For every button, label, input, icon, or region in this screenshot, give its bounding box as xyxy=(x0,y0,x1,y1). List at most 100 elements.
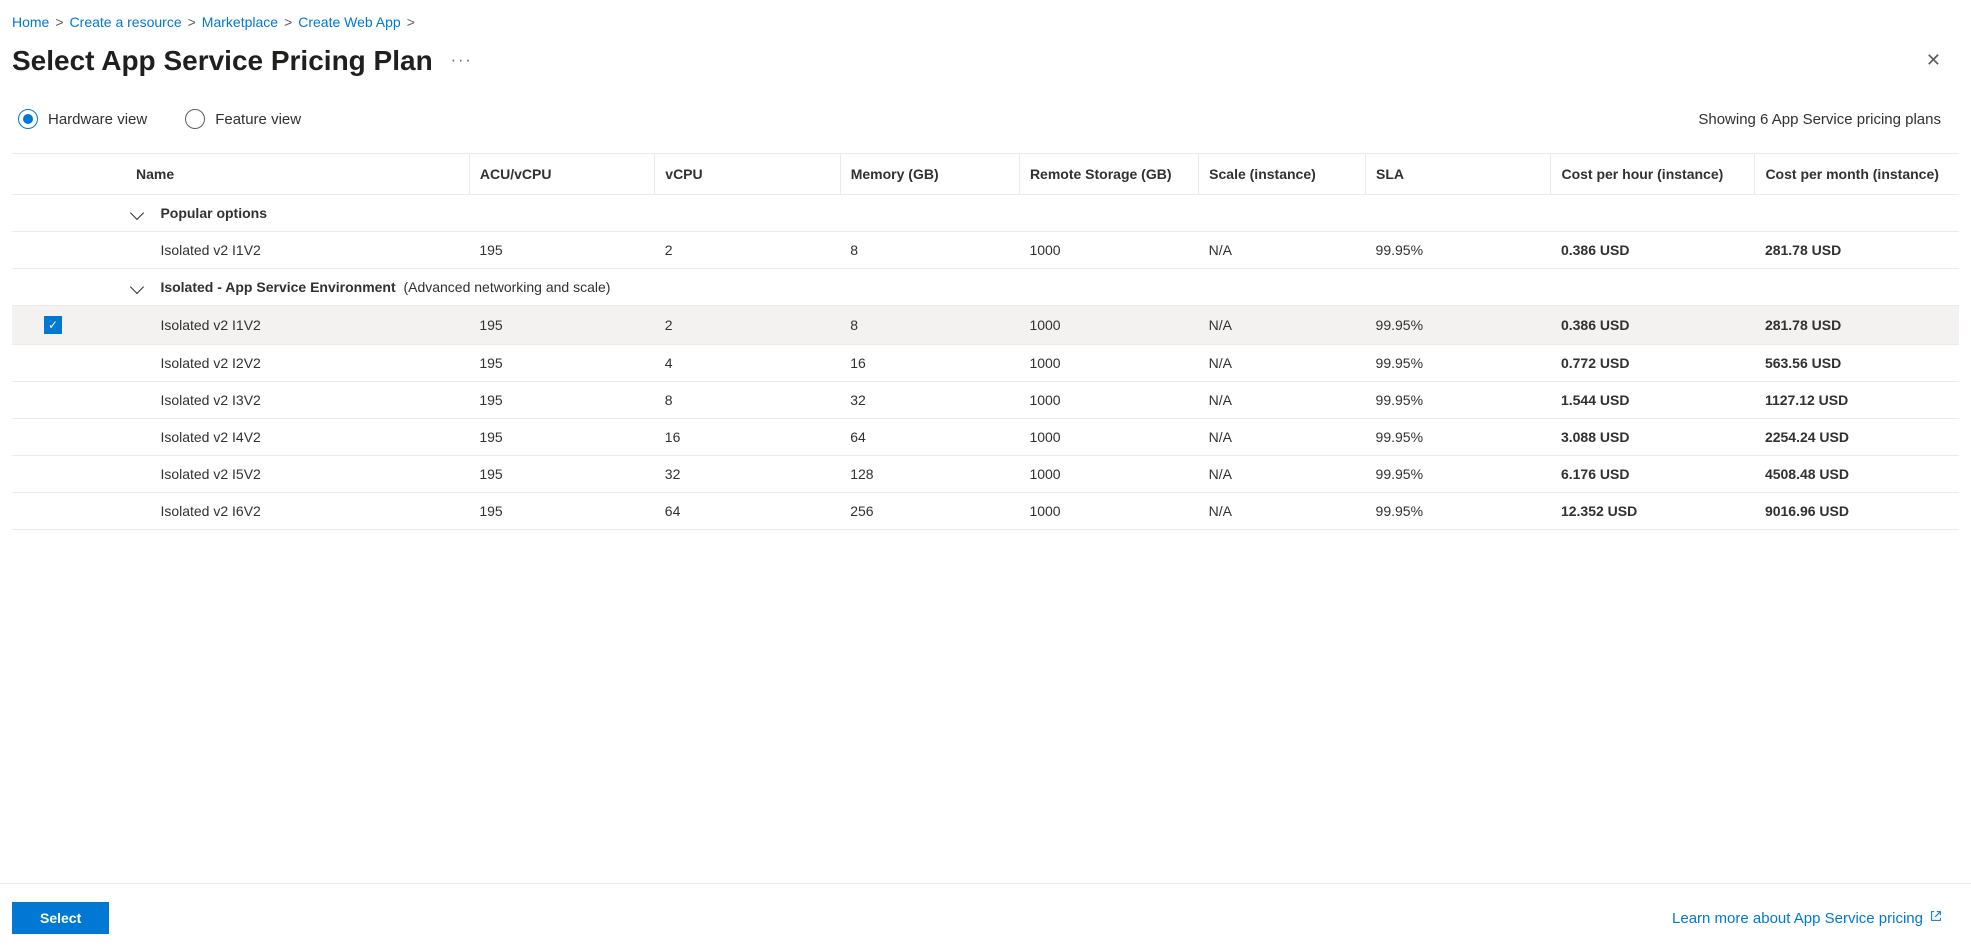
col-vcpu[interactable]: vCPU xyxy=(655,154,840,195)
cell-storage: 1000 xyxy=(1019,306,1198,345)
table-row[interactable]: Isolated v2 I1V2195281000N/A99.95%0.386 … xyxy=(12,232,1959,269)
footer-bar: Select Learn more about App Service pric… xyxy=(0,883,1971,952)
cell-scale: N/A xyxy=(1199,419,1366,456)
cell-memory: 16 xyxy=(840,345,1019,382)
cell-sla: 99.95% xyxy=(1366,456,1551,493)
table-row[interactable]: Isolated v2 I5V2195321281000N/A99.95%6.1… xyxy=(12,456,1959,493)
cell-name: Isolated v2 I1V2 xyxy=(150,306,469,345)
cell-acu: 195 xyxy=(469,306,654,345)
learn-more-link[interactable]: Learn more about App Service pricing xyxy=(1672,909,1959,927)
table-header-row: Name ACU/vCPU vCPU Memory (GB) Remote St… xyxy=(12,154,1959,195)
cell-sla: 99.95% xyxy=(1366,419,1551,456)
cell-name: Isolated v2 I5V2 xyxy=(150,456,469,493)
cell-scale: N/A xyxy=(1199,382,1366,419)
cell-cost-hour: 6.176 USD xyxy=(1551,456,1755,493)
cell-storage: 1000 xyxy=(1019,419,1198,456)
table-row[interactable]: Isolated v2 I6V2195642561000N/A99.95%12.… xyxy=(12,493,1959,530)
cell-cost-month: 281.78 USD xyxy=(1755,306,1959,345)
col-cost-month[interactable]: Cost per month (instance) xyxy=(1755,154,1959,195)
col-memory[interactable]: Memory (GB) xyxy=(840,154,1019,195)
cell-sla: 99.95% xyxy=(1366,493,1551,530)
chevron-right-icon: > xyxy=(284,14,292,30)
cell-storage: 1000 xyxy=(1019,345,1198,382)
col-acu[interactable]: ACU/vCPU xyxy=(469,154,654,195)
cell-vcpu: 8 xyxy=(655,382,840,419)
cell-vcpu: 4 xyxy=(655,345,840,382)
cell-memory: 64 xyxy=(840,419,1019,456)
cell-vcpu: 16 xyxy=(655,419,840,456)
radio-icon xyxy=(185,109,205,129)
cell-scale: N/A xyxy=(1199,306,1366,345)
radio-feature-view[interactable]: Feature view xyxy=(185,109,301,129)
group-row[interactable]: Popular options xyxy=(12,195,1959,232)
table-row[interactable]: Isolated v2 I3V21958321000N/A99.95%1.544… xyxy=(12,382,1959,419)
cell-vcpu: 64 xyxy=(655,493,840,530)
col-cost-hour[interactable]: Cost per hour (instance) xyxy=(1551,154,1755,195)
cell-acu: 195 xyxy=(469,345,654,382)
cell-cost-hour: 0.386 USD xyxy=(1551,232,1755,269)
cell-cost-month: 9016.96 USD xyxy=(1755,493,1959,530)
cell-name: Isolated v2 I4V2 xyxy=(150,419,469,456)
cell-cost-hour: 12.352 USD xyxy=(1551,493,1755,530)
col-name[interactable]: Name xyxy=(12,154,469,195)
cell-sla: 99.95% xyxy=(1366,306,1551,345)
learn-more-label: Learn more about App Service pricing xyxy=(1672,910,1923,927)
cell-acu: 195 xyxy=(469,493,654,530)
radio-feature-label: Feature view xyxy=(215,111,301,128)
cell-cost-month: 563.56 USD xyxy=(1755,345,1959,382)
cell-sla: 99.95% xyxy=(1366,382,1551,419)
breadcrumb-create-resource[interactable]: Create a resource xyxy=(70,14,182,30)
cell-scale: N/A xyxy=(1199,456,1366,493)
cell-acu: 195 xyxy=(469,419,654,456)
cell-cost-month: 2254.24 USD xyxy=(1755,419,1959,456)
cell-vcpu: 2 xyxy=(655,306,840,345)
cell-storage: 1000 xyxy=(1019,493,1198,530)
cell-cost-hour: 0.772 USD xyxy=(1551,345,1755,382)
cell-acu: 195 xyxy=(469,382,654,419)
chevron-right-icon: > xyxy=(407,14,415,30)
cell-scale: N/A xyxy=(1199,493,1366,530)
col-scale[interactable]: Scale (instance) xyxy=(1199,154,1366,195)
pricing-table: Name ACU/vCPU vCPU Memory (GB) Remote St… xyxy=(12,153,1959,530)
breadcrumb: Home > Create a resource > Marketplace >… xyxy=(12,0,1959,40)
radio-hardware-view[interactable]: Hardware view xyxy=(18,109,147,129)
cell-scale: N/A xyxy=(1199,345,1366,382)
cell-sla: 99.95% xyxy=(1366,345,1551,382)
chevron-right-icon: > xyxy=(55,14,63,30)
chevron-down-icon xyxy=(130,206,144,220)
close-icon[interactable]: ✕ xyxy=(1908,44,1959,77)
title-row: Select App Service Pricing Plan ··· ✕ xyxy=(12,40,1959,99)
cell-memory: 32 xyxy=(840,382,1019,419)
radio-hardware-label: Hardware view xyxy=(48,111,147,128)
breadcrumb-marketplace[interactable]: Marketplace xyxy=(202,14,278,30)
col-sla[interactable]: SLA xyxy=(1366,154,1551,195)
breadcrumb-create-web-app[interactable]: Create Web App xyxy=(298,14,400,30)
cell-vcpu: 32 xyxy=(655,456,840,493)
external-link-icon xyxy=(1929,909,1943,927)
radio-icon xyxy=(18,109,38,129)
checkbox-checked-icon[interactable]: ✓ xyxy=(44,316,62,334)
cell-vcpu: 2 xyxy=(655,232,840,269)
table-row[interactable]: Isolated v2 I4V219516641000N/A99.95%3.08… xyxy=(12,419,1959,456)
cell-scale: N/A xyxy=(1199,232,1366,269)
more-icon[interactable]: ··· xyxy=(451,52,473,70)
cell-name: Isolated v2 I2V2 xyxy=(150,345,469,382)
col-storage[interactable]: Remote Storage (GB) xyxy=(1019,154,1198,195)
group-title: Popular options xyxy=(160,205,267,221)
group-title: Isolated - App Service Environment xyxy=(160,279,395,295)
table-row[interactable]: ✓Isolated v2 I1V2195281000N/A99.95%0.386… xyxy=(12,306,1959,345)
cell-acu: 195 xyxy=(469,456,654,493)
cell-sla: 99.95% xyxy=(1366,232,1551,269)
select-button[interactable]: Select xyxy=(12,902,109,934)
breadcrumb-home[interactable]: Home xyxy=(12,14,49,30)
cell-storage: 1000 xyxy=(1019,232,1198,269)
chevron-right-icon: > xyxy=(188,14,196,30)
cell-name: Isolated v2 I6V2 xyxy=(150,493,469,530)
cell-cost-month: 1127.12 USD xyxy=(1755,382,1959,419)
cell-name: Isolated v2 I1V2 xyxy=(150,232,469,269)
cell-memory: 8 xyxy=(840,232,1019,269)
table-row[interactable]: Isolated v2 I2V21954161000N/A99.95%0.772… xyxy=(12,345,1959,382)
group-row[interactable]: Isolated - App Service Environment (Adva… xyxy=(12,269,1959,306)
chevron-down-icon xyxy=(130,280,144,294)
cell-cost-hour: 3.088 USD xyxy=(1551,419,1755,456)
